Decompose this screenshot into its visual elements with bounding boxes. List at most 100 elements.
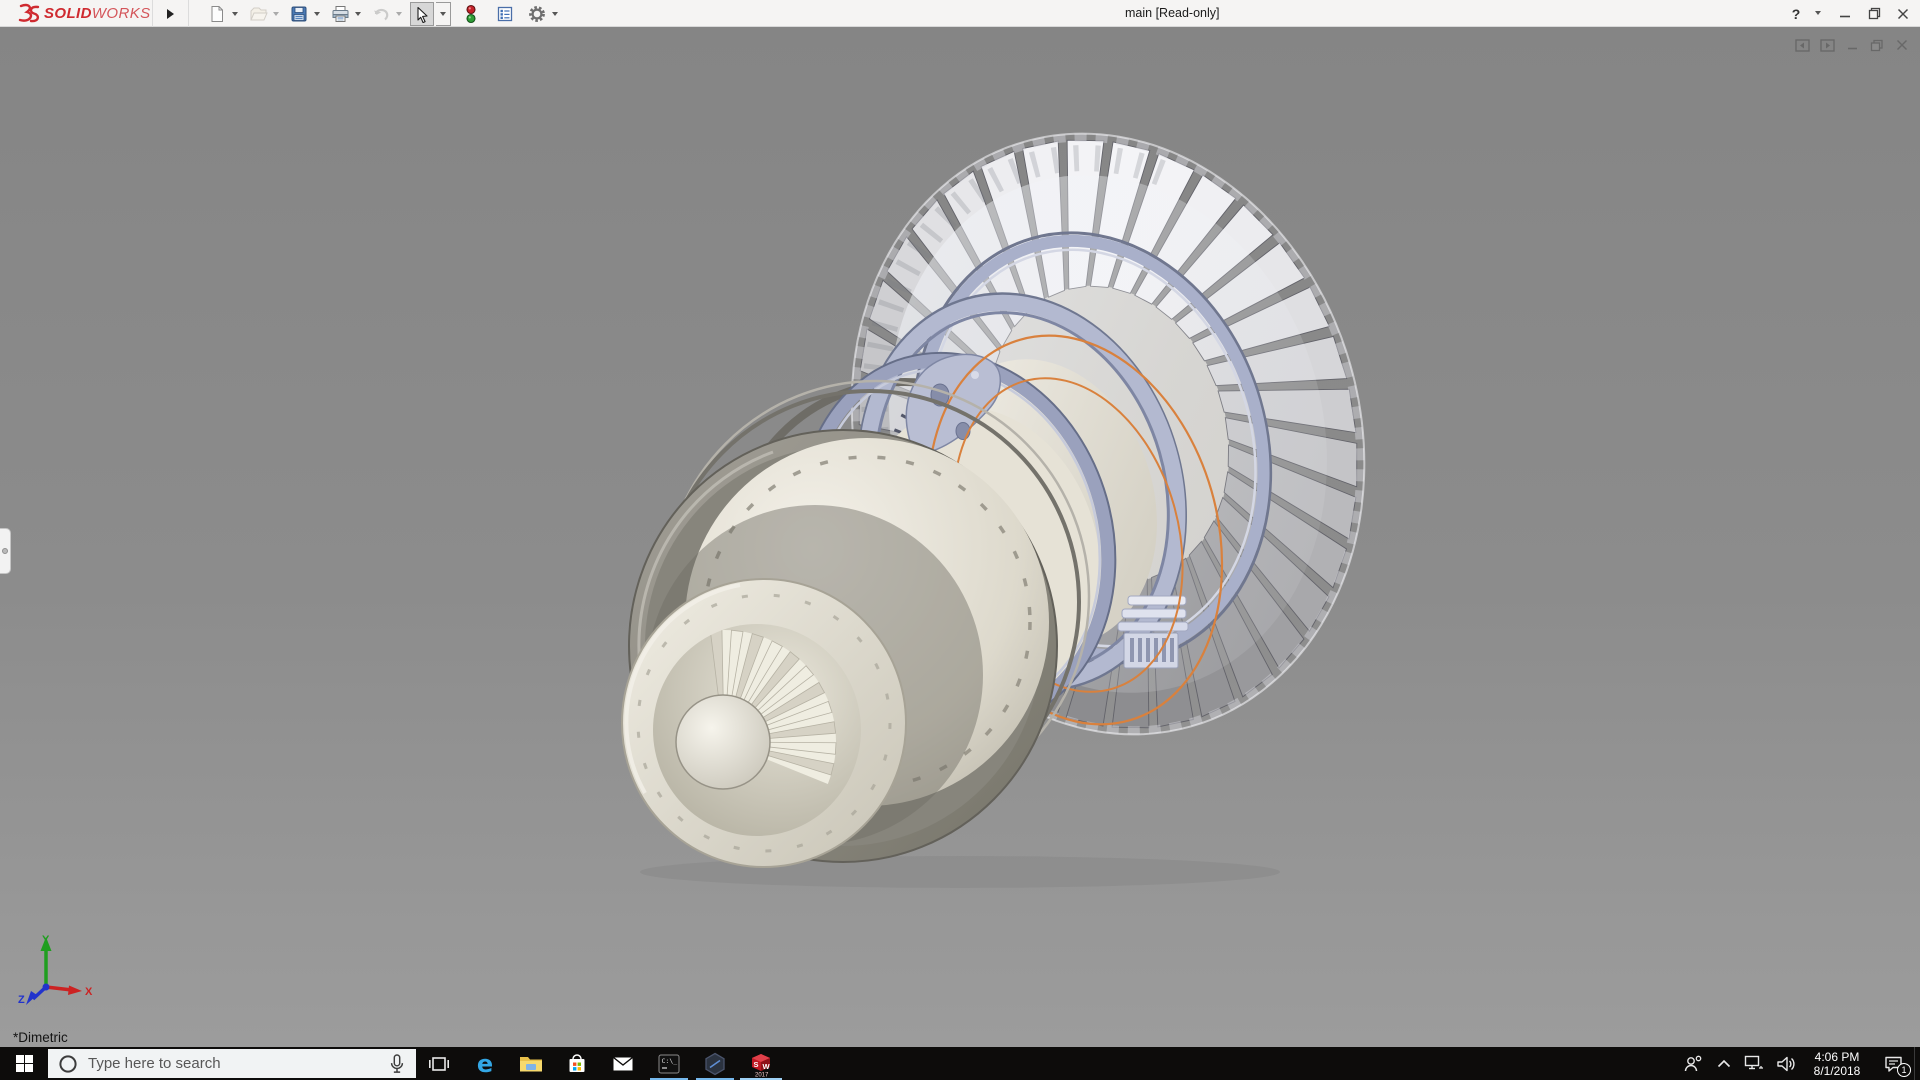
people-button[interactable] [1676,1047,1710,1080]
print-dropdown[interactable] [355,12,361,19]
search-placeholder: Type here to search [88,1055,221,1072]
minimize-icon [1840,15,1850,17]
print-icon [332,5,348,22]
svg-text:W: W [763,1062,771,1071]
gear-icon [529,5,545,22]
save-dropdown[interactable] [314,12,320,19]
command-prompt-icon: C:\_ [658,1054,680,1073]
undo-button[interactable] [369,2,393,26]
engine-model[interactable] [0,27,1920,1047]
restore-icon [1868,7,1880,20]
system-tray: 4:06 PM 8/1/2018 1 [1676,1047,1920,1080]
graphics-area[interactable]: Y X Z *Dimetric [0,27,1920,1047]
tray-time: 4:06 PM [1814,1049,1860,1064]
restore-button[interactable] [1863,3,1885,25]
save-icon [291,6,307,21]
microphone-icon[interactable] [388,1053,406,1074]
clock[interactable]: 4:06 PM 8/1/2018 [1802,1047,1872,1080]
action-center-button[interactable]: 1 [1872,1047,1914,1080]
edge-icon: e [476,1049,494,1078]
windows-taskbar: Type here to search e C:\_ S W 2017 4:06… [0,1047,1920,1080]
store-icon [569,1053,585,1072]
separator [188,0,189,27]
volume-icon [1777,1056,1795,1071]
new-dropdown[interactable] [232,12,238,19]
pane-right-icon[interactable] [1819,37,1835,53]
open-dropdown[interactable] [273,12,279,19]
minimize-button[interactable] [1834,3,1856,25]
cortana-icon [59,1054,77,1073]
file-properties-icon [497,6,513,21]
save-button[interactable] [287,2,311,26]
undo-icon [373,8,388,20]
people-icon [1684,1055,1702,1071]
separator [152,0,153,27]
view-orientation-label: *Dimetric [13,1030,68,1045]
brand-text: SOLIDWORKS [44,5,151,22]
hexagon-app-icon [705,1052,725,1075]
task-view-icon [429,1056,449,1071]
svg-text:C:\_: C:\_ [662,1057,678,1065]
taskbar-file-explorer-button[interactable] [508,1047,554,1080]
rebuild-button[interactable] [459,2,483,26]
document-window-controls [1794,37,1910,53]
menu-flyout-button[interactable] [160,2,180,25]
open-icon [249,7,268,20]
reference-triad: Y X Z [18,934,93,1006]
doc-restore-icon[interactable] [1869,37,1885,53]
triad-x-label: X [85,986,93,998]
solidworks-2017-icon: S W 2017 [752,1053,771,1077]
rebuild-traffic-light-icon [466,4,476,23]
help-button[interactable]: ? [1785,3,1807,25]
notification-badge: 1 [1897,1063,1911,1077]
new-document-icon [211,5,223,22]
close-icon [1897,8,1909,19]
select-tool-button[interactable] [410,1,434,26]
mail-icon [613,1056,633,1070]
chevron-up-icon [1717,1059,1731,1068]
taskbar-search-input[interactable]: Type here to search [48,1049,416,1078]
taskbar-command-prompt-button[interactable]: C:\_ [646,1047,692,1080]
exhaust-section[interactable] [621,379,1091,868]
doc-minimize-icon[interactable] [1844,37,1860,53]
file-properties-button[interactable] [493,2,517,26]
triad-y-label: Y [42,934,50,946]
svg-text:S: S [754,1060,759,1069]
network-icon [1744,1055,1763,1070]
open-button[interactable] [246,2,270,26]
window-title: main [Read-only] [1125,6,1220,20]
start-button[interactable] [0,1047,48,1080]
titlebar: SOLIDWORKS main [Read-only] ? [0,0,1920,27]
print-button[interactable] [328,2,352,26]
svg-text:2017: 2017 [755,1072,769,1077]
show-desktop-button[interactable] [1914,1047,1920,1080]
solidworks-logo: SOLIDWORKS [6,0,159,27]
close-button[interactable] [1892,3,1914,25]
options-button[interactable] [525,2,549,26]
hidden-icons-button[interactable] [1710,1047,1738,1080]
select-dropdown[interactable] [436,1,451,26]
new-document-button[interactable] [205,2,229,26]
taskbar-hexagon-app-button[interactable] [692,1047,738,1080]
pane-left-icon[interactable] [1794,37,1810,53]
taskbar-store-button[interactable] [554,1047,600,1080]
taskbar-solidworks-button[interactable]: S W 2017 [738,1047,784,1080]
file-explorer-icon [520,1056,542,1071]
triad-z-label: Z [18,994,25,1006]
windows-logo-icon [15,1055,33,1072]
taskbar-edge-button[interactable]: e [462,1047,508,1080]
undo-dropdown[interactable] [396,12,402,19]
doc-close-icon[interactable] [1894,37,1910,53]
help-dropdown[interactable] [1815,11,1821,18]
network-button[interactable] [1738,1047,1770,1080]
featuremanager-collapsed-tab[interactable] [0,528,11,574]
ds-logo-icon [18,3,40,22]
task-view-button[interactable] [416,1047,462,1080]
main-toolbar [205,0,564,27]
options-dropdown[interactable] [552,12,558,19]
taskbar-mail-button[interactable] [600,1047,646,1080]
tray-date: 8/1/2018 [1813,1063,1861,1078]
select-cursor-icon [417,6,428,23]
volume-button[interactable] [1770,1047,1802,1080]
plug-tip-dome [675,694,771,790]
